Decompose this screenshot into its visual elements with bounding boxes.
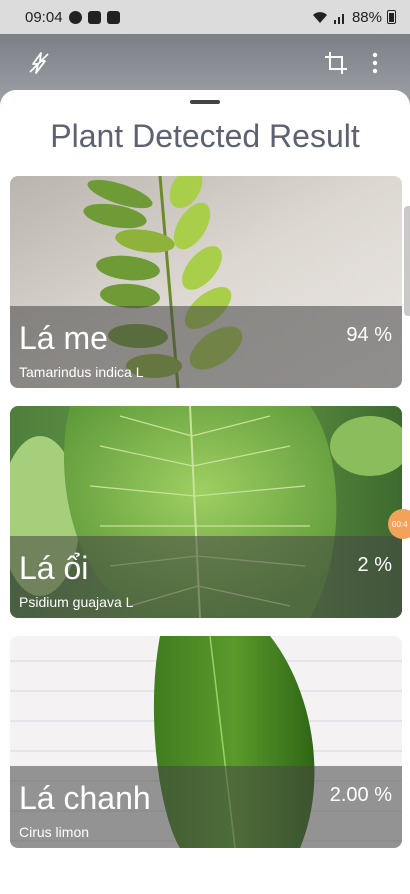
plant-scientific-name: Cirus limon (19, 824, 90, 840)
battery-percent: 88% (351, 8, 382, 26)
edge-panel-handle[interactable] (404, 206, 410, 316)
floating-badge-text: 00:4 (392, 519, 408, 529)
plant-scientific-name: Tamarindus indica L (19, 364, 144, 380)
plant-name: Lá ổi (19, 550, 89, 586)
more-vertical-icon (372, 52, 378, 74)
crop-button[interactable] (319, 46, 353, 80)
flash-toggle-button[interactable] (22, 46, 56, 80)
plant-confidence: 94 % (346, 324, 392, 346)
app-notification-icon (106, 10, 120, 24)
signal-icon (333, 13, 344, 24)
sheet-drag-handle[interactable] (190, 100, 220, 104)
check-icon (87, 10, 101, 24)
status-left: 09:04 (25, 9, 120, 26)
result-card-lemon[interactable]: Lá chanh Cirus limon 2.00 % (10, 636, 402, 848)
result-bottom-sheet: Plant Detected Result Lá me Tamarindus i… (0, 90, 410, 894)
crop-icon (325, 52, 347, 74)
plant-scientific-name: Psidium guajava L (19, 594, 134, 610)
battery-icon (387, 10, 396, 24)
flash-off-icon (29, 52, 49, 74)
result-overlay: Lá me Tamarindus indica L 94 % (10, 306, 402, 388)
messenger-icon (68, 10, 82, 24)
result-card-guava[interactable]: Lá ổi Psidium guajava L 2 % (10, 406, 402, 618)
status-bar: 09:04 88% (0, 0, 410, 34)
result-overlay: Lá chanh Cirus limon 2.00 % (10, 766, 402, 848)
result-card-tamarind[interactable]: Lá me Tamarindus indica L 94 % (10, 176, 402, 388)
plant-confidence: 2.00 % (329, 784, 392, 806)
plant-name: Lá me (19, 320, 108, 356)
status-right: 88% (312, 9, 396, 26)
plant-name: Lá chanh (19, 780, 151, 816)
more-options-button[interactable] (358, 46, 392, 80)
sheet-title: Plant Detected Result (50, 118, 360, 154)
plant-confidence: 2 % (357, 554, 392, 576)
floating-recorder-badge[interactable]: 00:4 (388, 509, 410, 539)
wifi-icon (312, 11, 327, 23)
result-overlay: Lá ổi Psidium guajava L 2 % (10, 536, 402, 618)
camera-toolbar (0, 34, 410, 92)
status-time: 09:04 (25, 8, 63, 26)
